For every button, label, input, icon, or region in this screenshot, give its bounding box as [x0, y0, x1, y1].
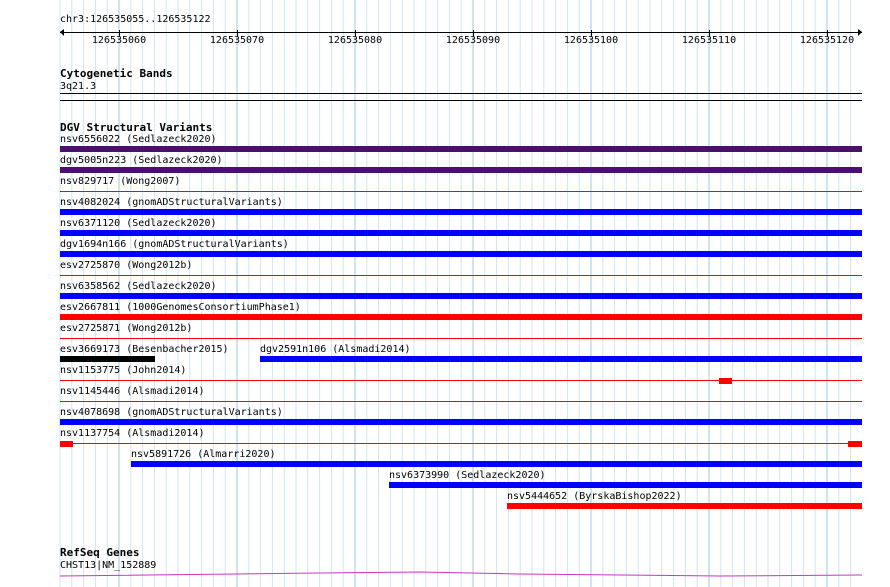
dgv-feature-label[interactable]: esv2725870 (Wong2012b)	[60, 260, 192, 272]
dgv-feature-bar[interactable]	[60, 419, 862, 425]
ruler-arrow-left	[60, 29, 64, 36]
dgv-feature-label[interactable]: nsv5891726 (Almarri2020)	[131, 449, 276, 461]
dgv-feature-bar[interactable]	[60, 314, 862, 320]
dgv-feature-line[interactable]	[60, 191, 862, 192]
cytoband-line	[60, 93, 862, 94]
dgv-feature-label[interactable]: esv3669173 (Besenbacher2015)	[60, 344, 229, 356]
ruler-tick-label: 126535100	[563, 35, 619, 46]
dgv-feature-label[interactable]: nsv5444652 (ByrskaBishop2022)	[507, 491, 682, 503]
dgv-feature-label[interactable]: esv2725871 (Wong2012b)	[60, 323, 192, 335]
ruler-location: chr3:126535055..126535122	[60, 14, 211, 25]
ruler-tick-label: 126535110	[681, 35, 737, 46]
dgv-feature-bar[interactable]	[60, 146, 862, 152]
dgv-feature-bar[interactable]	[60, 209, 862, 215]
ruler-tick-label: 126535090	[445, 35, 501, 46]
dgv-track-title: DGV Structural Variants	[60, 121, 213, 134]
dgv-feature-label[interactable]: nsv829717 (Wong2007)	[60, 176, 180, 188]
dgv-feature-bar[interactable]	[131, 461, 862, 467]
dgv-feature-label[interactable]: dgv5005n223 (Sedlazeck2020)	[60, 155, 223, 167]
dgv-feature-label[interactable]: nsv1145446 (Alsmadi2014)	[60, 386, 205, 398]
cytoband-label: 3q21.3	[60, 81, 97, 92]
dgv-feature-label[interactable]: nsv6358562 (Sedlazeck2020)	[60, 281, 217, 293]
refseq-gene-line	[59, 571, 863, 577]
ruler-tick-label: 126535120	[799, 35, 855, 46]
dgv-feature-bar[interactable]	[260, 356, 862, 362]
dgv-feature-label[interactable]: nsv6373990 (Sedlazeck2020)	[389, 470, 546, 482]
dgv-feature-label[interactable]: nsv4082024 (gnomADStructuralVariants)	[60, 197, 283, 209]
ruler-tick-label: 126535080	[327, 35, 383, 46]
dgv-feature-bar[interactable]	[389, 482, 862, 488]
dgv-feature-label[interactable]: nsv1137754 (Alsmadi2014)	[60, 428, 205, 440]
dgv-feature-label[interactable]: nsv6556022 (Sedlazeck2020)	[60, 134, 217, 146]
dgv-feature-line[interactable]	[60, 401, 862, 402]
dgv-feature-label[interactable]: nsv1153775 (John2014)	[60, 365, 186, 377]
dgv-feature-label[interactable]: dgv2591n106 (Alsmadi2014)	[260, 344, 411, 356]
dgv-feature-line[interactable]	[60, 443, 862, 444]
ruler-tick-label: 126535070	[209, 35, 265, 46]
ruler-tick-label: 126535060	[91, 35, 147, 46]
dgv-feature-label[interactable]: esv2667811 (1000GenomesConsortiumPhase1)	[60, 302, 301, 314]
dgv-feature-bar[interactable]	[60, 230, 862, 236]
ruler-axis	[60, 32, 862, 33]
dgv-feature-label[interactable]: nsv6371120 (Sedlazeck2020)	[60, 218, 217, 230]
cytoband-track-title: Cytogenetic Bands	[60, 67, 173, 80]
dgv-feature-line[interactable]	[60, 380, 862, 381]
dgv-feature-bar[interactable]	[60, 167, 862, 173]
dgv-feature-bar[interactable]	[60, 251, 862, 257]
dgv-feature-exon[interactable]	[848, 441, 862, 447]
refseq-track-title: RefSeq Genes	[60, 546, 140, 559]
dgv-feature-label[interactable]: dgv1694n166 (gnomADStructuralVariants)	[60, 239, 289, 251]
dgv-feature-bar[interactable]	[60, 356, 155, 362]
dgv-feature-line[interactable]	[60, 275, 862, 276]
dgv-feature-label[interactable]: nsv4078698 (gnomADStructuralVariants)	[60, 407, 283, 419]
dgv-feature-line[interactable]	[60, 338, 862, 339]
track-separator	[60, 100, 862, 101]
dgv-feature-exon[interactable]	[60, 441, 73, 447]
dgv-feature-bar[interactable]	[507, 503, 862, 509]
dgv-feature-bar[interactable]	[60, 293, 862, 299]
dgv-feature-exon[interactable]	[719, 378, 732, 384]
